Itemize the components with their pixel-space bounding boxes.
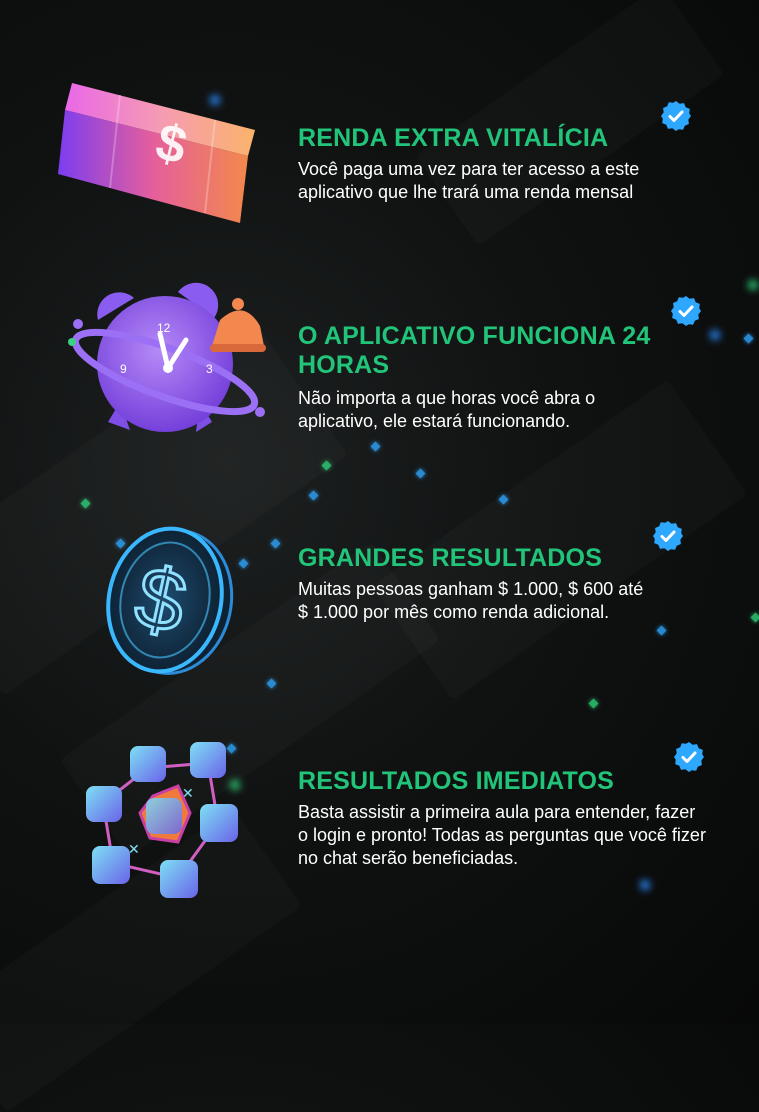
feature-description: Basta assistir a primeira aula para ente… — [298, 802, 706, 868]
feature-title: RENDA EXTRA VITALÍCIA — [298, 124, 609, 152]
feature-description: Não importa a que horas você abra o apli… — [298, 388, 596, 431]
clock-number-3: 3 — [206, 362, 213, 376]
feature-title: RESULTADOS IMEDIATOS — [298, 767, 615, 795]
feature-title: GRANDES RESULTADOS — [298, 544, 603, 572]
blockchain-cubes-icon: ✕ ✕ — [78, 738, 258, 908]
svg-text:✕: ✕ — [182, 785, 194, 801]
neon-dollar-coin-icon: $ — [95, 520, 245, 680]
alarm-clock-icon: 12 3 9 — [60, 272, 270, 452]
feature-description: Você paga uma vez para ter acesso a este… — [298, 159, 640, 202]
feature-description: Muitas pessoas ganham $ 1.000, $ 600 até… — [298, 579, 644, 622]
svg-text:✕: ✕ — [128, 841, 140, 857]
feature-title: O APLICATIVO FUNCIONA 24 HORAS — [298, 322, 651, 379]
clock-number-9: 9 — [120, 362, 127, 376]
money-stack-icon: $ — [50, 78, 270, 228]
